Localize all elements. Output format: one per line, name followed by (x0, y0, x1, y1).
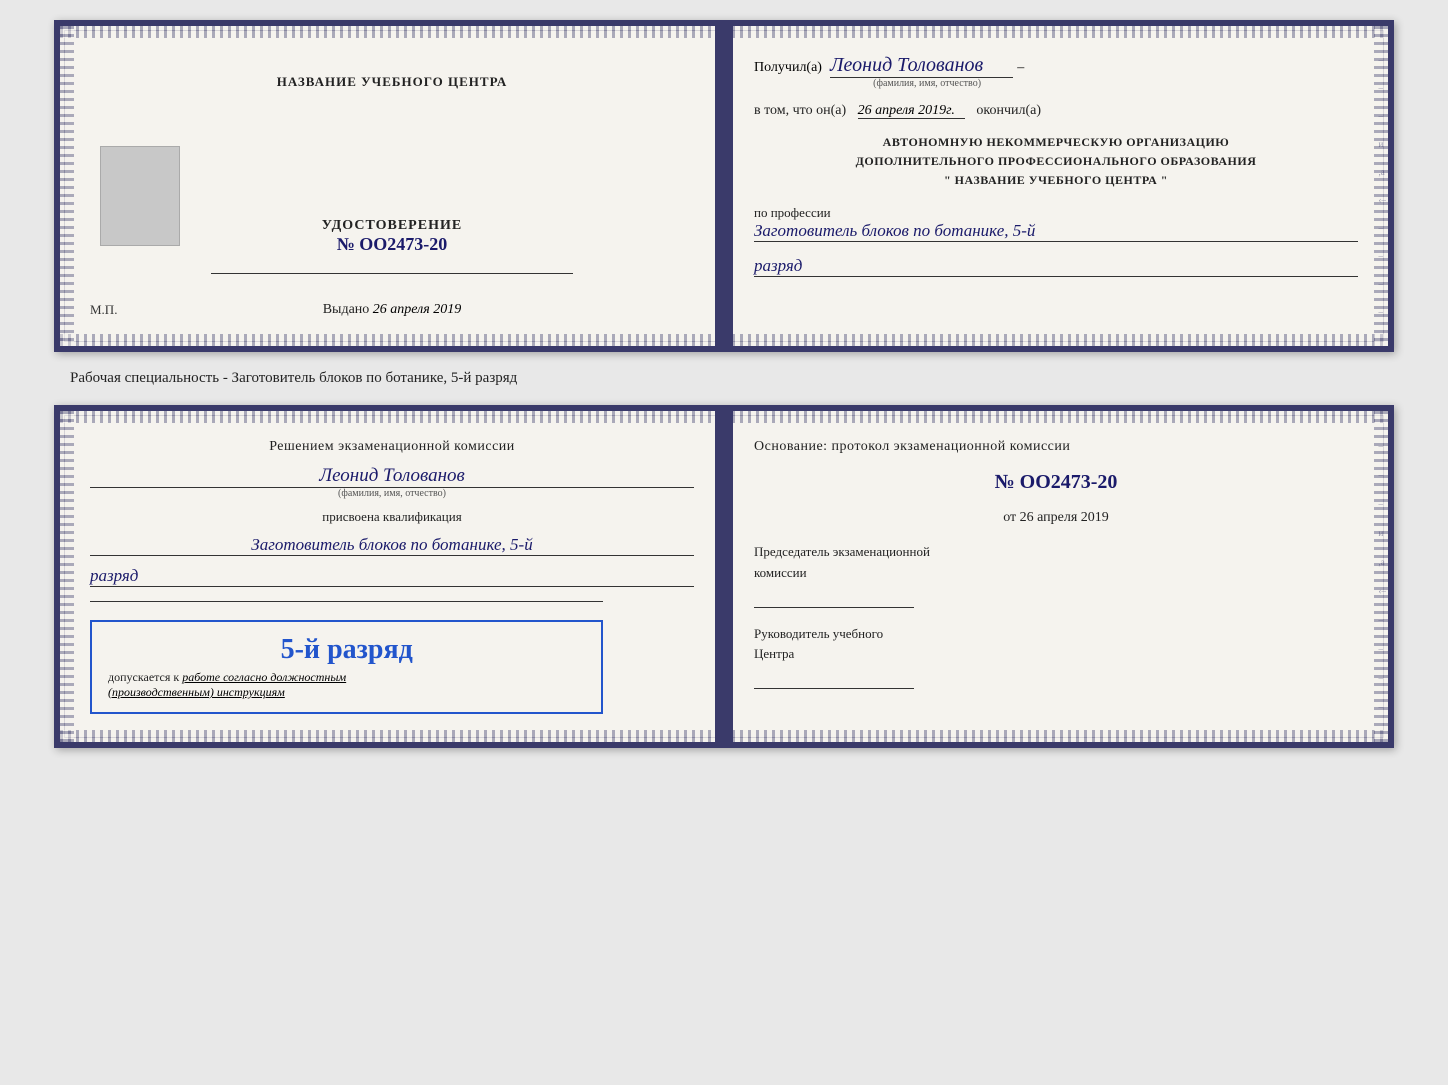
commission-name-block: Леонид Толованов (фамилия, имя, отчество… (90, 465, 694, 499)
date-line: в том, что он(а) 26 апреля 2019г. окончи… (754, 103, 1358, 119)
doc-spine (715, 26, 733, 346)
org-line2: ДОПОЛНИТЕЛЬНОГО ПРОФЕССИОНАЛЬНОГО ОБРАЗО… (754, 152, 1358, 171)
top-document: НАЗВАНИЕ УЧЕБНОГО ЦЕНТРА УДОСТОВЕРЕНИЕ №… (54, 20, 1394, 352)
recipient-name: Леонид Толованов (830, 54, 1013, 78)
stamp-admission-italic2: (производственным) инструкциям (108, 685, 285, 699)
cert-number: № OO2473-20 (322, 234, 462, 255)
chairman-label: Председатель экзаменационной (754, 542, 1358, 563)
protocol-date-prefix: от (1003, 510, 1016, 525)
chairman-signature-line (754, 588, 914, 608)
date-prefix: в том, что он(а) (754, 103, 846, 118)
org-line3: " НАЗВАНИЕ УЧЕБНОГО ЦЕНТРА " (754, 171, 1358, 190)
razryad-block: разряд (754, 256, 1358, 277)
director-block: Руководитель учебного Центра (754, 624, 1358, 690)
specialty-text: Рабочая специальность - Заготовитель бло… (20, 370, 517, 387)
qualification-label: присвоена квалификация (90, 509, 694, 525)
issued-label: Выдано (323, 302, 370, 317)
stamp-rank: 5-й разряд (108, 634, 585, 666)
commission-title: Решением экзаменационной комиссии (90, 439, 694, 455)
stamp-box: 5-й разряд допускается к работе согласно… (90, 620, 603, 714)
profession-block: по профессии Заготовитель блоков по бота… (754, 205, 1358, 242)
director-signature-line (754, 669, 914, 689)
stamp-admission: допускается к работе согласно должностны… (108, 670, 585, 700)
issued-line: Выдано 26 апреля 2019 (323, 302, 462, 318)
recipient-hint: (фамилия, имя, отчество) (830, 78, 1024, 89)
issued-date: 26 апреля 2019 (373, 302, 461, 317)
mp-stamp: М.П. (90, 302, 117, 318)
director-label2: Центра (754, 644, 1358, 665)
recipient-block: Получил(а) Леонид Толованов – (фамилия, … (754, 54, 1358, 89)
date-value: 26 апреля 2019г. (858, 103, 965, 119)
protocol-date: от 26 апреля 2019 (754, 510, 1358, 526)
bottom-doc-right: Основание: протокол экзаменационной коми… (724, 411, 1388, 742)
qualification-razryad: разряд (90, 566, 694, 587)
bottom-doc-left: Решением экзаменационной комиссии Леонид… (60, 411, 724, 742)
qualification-value: Заготовитель блоков по ботанике, 5-й (90, 535, 694, 556)
top-doc-right: Получил(а) Леонид Толованов – (фамилия, … (724, 26, 1388, 346)
profession-value: Заготовитель блоков по ботанике, 5-й (754, 221, 1358, 242)
commission-name: Леонид Толованов (90, 465, 694, 488)
top-doc-left: НАЗВАНИЕ УЧЕБНОГО ЦЕНТРА УДОСТОВЕРЕНИЕ №… (60, 26, 724, 346)
protocol-date-value: 26 апреля 2019 (1020, 510, 1109, 525)
stamp-admission-italic: работе согласно должностным (182, 670, 346, 684)
razryad-value: разряд (754, 256, 1358, 277)
training-center-title: НАЗВАНИЕ УЧЕБНОГО ЦЕНТРА (277, 74, 508, 90)
director-label: Руководитель учебного (754, 624, 1358, 645)
profession-label: по профессии (754, 205, 1358, 221)
org-block: АВТОНОМНУЮ НЕКОММЕРЧЕСКУЮ ОРГАНИЗАЦИЮ ДО… (754, 133, 1358, 191)
recipient-hint-dash: – (1017, 60, 1024, 75)
bottom-left-deco (60, 411, 74, 742)
bottom-doc-spine (715, 411, 733, 742)
protocol-number: № OO2473-20 (754, 471, 1358, 494)
chairman-block: Председатель экзаменационной комиссии (754, 542, 1358, 608)
commission-hint: (фамилия, имя, отчество) (90, 488, 694, 499)
bottom-side-marks: –––и,а‹––––– (1377, 411, 1389, 742)
recipient-name-block: Леонид Толованов – (фамилия, имя, отчест… (830, 54, 1024, 89)
photo-placeholder (100, 146, 180, 246)
cert-label: УДОСТОВЕРЕНИЕ (322, 218, 462, 234)
left-deco (60, 26, 74, 346)
org-line1: АВТОНОМНУЮ НЕКОММЕРЧЕСКУЮ ОРГАНИЗАЦИЮ (754, 133, 1358, 152)
basis-title: Основание: протокол экзаменационной коми… (754, 439, 1358, 455)
chairman-label2: комиссии (754, 563, 1358, 584)
recipient-prefix: Получил(а) (754, 60, 822, 76)
stamp-admission-prefix: допускается к (108, 670, 179, 684)
date-suffix: окончил(а) (976, 103, 1041, 118)
bottom-document: Решением экзаменационной комиссии Леонид… (54, 405, 1394, 748)
side-marks: –––и,а‹––––– (1377, 26, 1389, 346)
